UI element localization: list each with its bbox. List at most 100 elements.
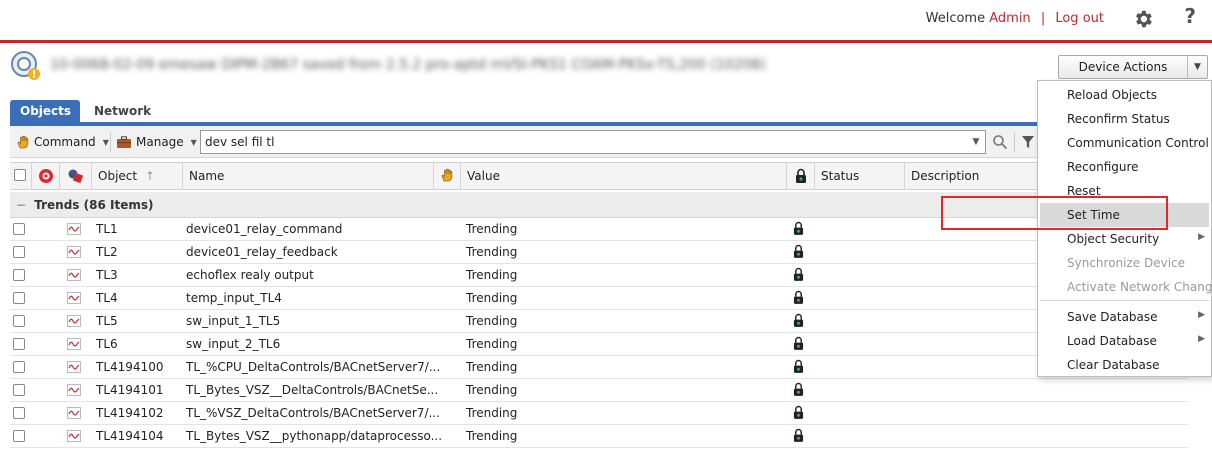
row-checkbox[interactable] [13, 269, 25, 281]
trend-log-icon [67, 223, 81, 238]
row-checkbox[interactable] [13, 223, 25, 235]
row-checkbox[interactable] [13, 246, 25, 258]
row-checkbox[interactable] [13, 430, 25, 442]
lock-icon [793, 382, 804, 400]
menu-item-set-time[interactable]: Set Time [1040, 203, 1209, 227]
device-icon [11, 51, 40, 80]
table-row[interactable]: TL1 device01_relay_command Trending [10, 218, 1188, 241]
search-field[interactable]: ▼ [200, 130, 986, 154]
table-row[interactable]: TL2 device01_relay_feedback Trending [10, 241, 1188, 264]
menu-item-save-database[interactable]: Save Database ▶ [1038, 305, 1211, 329]
tab-network[interactable]: Network [84, 100, 161, 122]
select-all-checkbox[interactable] [14, 169, 26, 181]
header-separator: | [1040, 11, 1046, 26]
row-checkbox[interactable] [13, 292, 25, 304]
menu-item-label: Reconfigure [1067, 160, 1139, 174]
header-value[interactable]: Value [461, 163, 787, 190]
user-name[interactable]: Admin [989, 11, 1030, 26]
lock-icon [793, 290, 804, 308]
gear-icon[interactable] [1132, 8, 1154, 30]
toolbar-divider [110, 132, 111, 152]
table-row[interactable]: TL4194102 TL_%VSZ_DeltaControls/BACnetSer… [10, 402, 1188, 425]
logout-link[interactable]: Log out [1055, 11, 1104, 26]
menu-item-label: Activate Network Change [1067, 280, 1212, 294]
table-row[interactable]: TL5 sw_input_1_TL5 Trending [10, 310, 1188, 333]
command-label: Command [34, 135, 96, 149]
table-row[interactable]: TL4194101 TL_Bytes_VSZ__DeltaControls/BAC… [10, 379, 1188, 402]
header-name[interactable]: Name [183, 163, 434, 190]
trend-log-icon [67, 384, 81, 399]
menu-item-reload-objects[interactable]: Reload Objects [1038, 83, 1211, 107]
object-cell: TL2 [96, 245, 118, 259]
row-checkbox[interactable] [13, 384, 25, 396]
row-checkbox[interactable] [13, 361, 25, 373]
row-checkbox[interactable] [13, 338, 25, 350]
value-cell: Trending [466, 222, 518, 236]
menu-item-communication-control[interactable]: Communication Control [1038, 131, 1211, 155]
header-type-column[interactable] [60, 163, 92, 190]
menu-item-synchronize-device: Synchronize Device [1038, 251, 1211, 275]
toolbar: Command ▼ Manage ▼ ▼ [10, 126, 1040, 158]
object-cell: TL3 [96, 268, 118, 282]
group-label: Trends (86 Items) [34, 198, 154, 212]
menu-item-reconfirm-status[interactable]: Reconfirm Status [1038, 107, 1211, 131]
table-row[interactable]: TL3 echoflex realy output Trending [10, 264, 1188, 287]
menu-item-label: Object Security [1067, 232, 1160, 246]
object-cell: TL5 [96, 314, 118, 328]
manage-button[interactable]: Manage ▼ [116, 133, 197, 151]
row-checkbox[interactable] [13, 315, 25, 327]
description-column-label: Description [911, 169, 980, 183]
menu-item-label: Load Database [1067, 334, 1157, 348]
header-object[interactable]: Object ↑ [92, 163, 183, 190]
table-row[interactable]: TL4 temp_input_TL4 Trending [10, 287, 1188, 310]
menu-item-load-database[interactable]: Load Database ▶ [1038, 329, 1211, 353]
device-actions-menu: Reload Objects Reconfirm Status Communicat… [1037, 80, 1212, 377]
trend-log-icon [67, 338, 81, 353]
table-row[interactable]: TL4194104 TL_Bytes_VSZ__pythonapp/datapro… [10, 425, 1188, 448]
menu-item-label: Reload Objects [1067, 88, 1157, 102]
lock-icon [793, 359, 804, 377]
table-row[interactable]: TL6 sw_input_2_TL6 Trending [10, 333, 1188, 356]
value-column-label: Value [467, 169, 500, 183]
menu-item-activate-network-change: Activate Network Change [1038, 275, 1212, 299]
menu-item-label: Synchronize Device [1067, 256, 1186, 270]
trend-log-icon [67, 361, 81, 376]
chevron-down-icon[interactable]: ▼ [967, 131, 985, 153]
grid-header: Object ↑ Name Value Status Description [10, 162, 1040, 190]
header-select-all[interactable] [10, 163, 32, 190]
menu-item-clear-database[interactable]: Clear Database [1038, 353, 1211, 377]
top-bar: Welcome Admin | Log out ? [0, 0, 1212, 40]
device-actions-button[interactable]: Device Actions ▼ [1058, 55, 1208, 79]
tab-objects[interactable]: Objects [10, 100, 80, 122]
header-lock-column[interactable] [787, 163, 815, 190]
name-cell: sw_input_2_TL6 [186, 337, 281, 351]
search-input[interactable] [201, 131, 961, 153]
manage-label: Manage [136, 135, 184, 149]
value-cell: Trending [466, 337, 518, 351]
group-header-trends[interactable]: − Trends (86 Items) [10, 192, 1040, 218]
value-cell: Trending [466, 245, 518, 259]
chevron-right-icon: ▶ [1198, 310, 1205, 320]
menu-item-reset[interactable]: Reset [1038, 179, 1211, 203]
help-icon[interactable]: ? [1184, 4, 1196, 28]
command-button[interactable]: Command ▼ [16, 133, 109, 151]
search-icon[interactable] [992, 134, 1008, 150]
name-cell: TL_%CPU_DeltaControls/BACnetServer7/... [186, 360, 441, 374]
chevron-down-icon[interactable]: ▼ [1187, 56, 1207, 78]
row-checkbox[interactable] [13, 407, 25, 419]
menu-item-label: Save Database [1067, 310, 1158, 324]
header-description[interactable]: Description [905, 163, 1040, 190]
menu-item-label: Communication Control [1067, 136, 1209, 150]
collapse-icon[interactable]: − [16, 198, 26, 212]
header-status[interactable]: Status [815, 163, 905, 190]
header-command-column[interactable] [434, 163, 461, 190]
name-cell: TL_%VSZ_DeltaControls/BACnetServer7/... [186, 406, 440, 420]
lock-icon [793, 405, 804, 423]
menu-item-label: Reconfirm Status [1067, 112, 1170, 126]
header-alarm-column[interactable] [32, 163, 60, 190]
name-cell: device01_relay_feedback [186, 245, 338, 259]
filter-icon[interactable] [1021, 134, 1035, 150]
menu-item-reconfigure[interactable]: Reconfigure [1038, 155, 1211, 179]
table-row[interactable]: TL4194100 TL_%CPU_DeltaControls/BACnetSer… [10, 356, 1188, 379]
menu-item-object-security[interactable]: Object Security ▶ [1038, 227, 1211, 251]
